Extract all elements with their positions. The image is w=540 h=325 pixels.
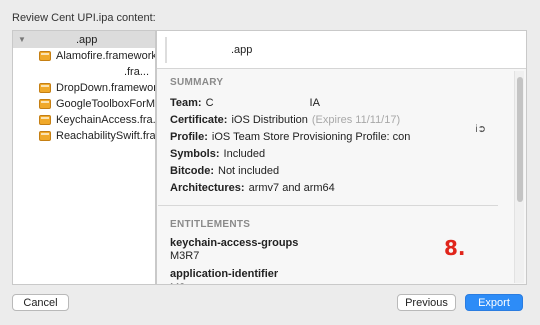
panel-app-name: .app: [231, 43, 253, 56]
tree-item-label: KeychainAccess.fra...: [56, 114, 156, 126]
team-label: Team:: [170, 96, 202, 109]
tree-item-dropdown[interactable]: DropDown.framework: [13, 80, 155, 96]
profile-row: Profile: iOS Team Store Provisioning Pro…: [170, 128, 510, 145]
symbols-value: Included: [223, 147, 266, 160]
tree-item-label: .fra...: [123, 66, 149, 78]
team-suffix: IA: [309, 96, 320, 109]
tree-item-redacted[interactable]: .fra...: [13, 64, 155, 80]
vertical-scrollbar[interactable]: [514, 71, 524, 283]
tree-item-keychain-access[interactable]: KeychainAccess.fra...: [13, 112, 155, 128]
profile-value: iOS Team Store Provisioning Profile: con: [211, 130, 411, 143]
entitlements-heading: ENTITLEMENTS: [170, 219, 251, 230]
info-arrow-icon[interactable]: i➲: [475, 124, 486, 135]
tree-root-item[interactable]: ▼ .app: [13, 31, 155, 48]
entitlement-value: M3: [170, 282, 510, 284]
app-icon: [165, 36, 167, 63]
team-value: C: [205, 96, 214, 109]
profile-label: Profile:: [170, 130, 208, 143]
tree-item-label: Alamofire.framework: [56, 50, 156, 62]
symbols-row: Symbols: Included: [170, 145, 510, 162]
annotation-number: 8.: [444, 236, 466, 260]
framework-icon: [39, 51, 51, 61]
scrollbar-thumb[interactable]: [517, 77, 523, 202]
export-button[interactable]: Export: [465, 294, 523, 311]
app-tree[interactable]: ▼ .app Alamofire.framework .fra... DropD…: [12, 30, 156, 285]
summary-heading: SUMMARY: [170, 77, 224, 88]
framework-icon: [39, 131, 51, 141]
cancel-button[interactable]: Cancel: [12, 294, 69, 311]
framework-icon: [39, 115, 51, 125]
bitcode-row: Bitcode: Not included: [170, 162, 510, 179]
tree-root-label: .app: [76, 33, 98, 46]
bitcode-value: Not included: [218, 164, 280, 177]
bitcode-label: Bitcode:: [170, 164, 214, 177]
symbols-label: Symbols:: [170, 147, 220, 160]
framework-icon: [39, 83, 51, 93]
certificate-expiry: (Expires 11/11/17): [311, 113, 401, 126]
panel-header: .app: [157, 31, 526, 69]
entitlement-key-label: keychain-access-groups: [170, 237, 299, 249]
tree-item-reachability[interactable]: ReachabilitySwift.fra...: [13, 128, 155, 144]
previous-button[interactable]: Previous: [397, 294, 456, 311]
divider: [158, 205, 498, 206]
framework-icon: [39, 99, 51, 109]
architectures-row: Architectures: armv7 and arm64: [170, 179, 510, 196]
entitlement-key: application-identifier: [170, 266, 510, 282]
redacted-name: [173, 43, 231, 56]
tree-item-alamofire[interactable]: Alamofire.framework: [13, 48, 155, 64]
architectures-label: Architectures:: [170, 181, 245, 194]
detail-panel: .app SUMMARY Team: C IA Certificate: iOS…: [156, 30, 527, 285]
disclosure-triangle-icon[interactable]: ▼: [18, 35, 30, 44]
entitlement-key-label: application-identifier: [170, 268, 279, 280]
window-title: Review Cent UPI.ipa content:: [12, 12, 156, 24]
tree-item-label: ReachabilitySwift.fra...: [56, 130, 156, 142]
tree-item-label: DropDown.framework: [56, 82, 156, 94]
architectures-value: armv7 and arm64: [248, 181, 335, 194]
certificate-label: Certificate:: [170, 113, 228, 126]
team-row: Team: C IA: [170, 94, 510, 111]
certificate-value: iOS Distribution: [231, 113, 308, 126]
certificate-row: Certificate: iOS Distribution (Expires 1…: [170, 111, 510, 128]
redacted-name: [30, 34, 76, 45]
tree-item-label: GoogleToolboxForM...: [56, 98, 156, 110]
tree-item-google-toolbox[interactable]: GoogleToolboxForM...: [13, 96, 155, 112]
